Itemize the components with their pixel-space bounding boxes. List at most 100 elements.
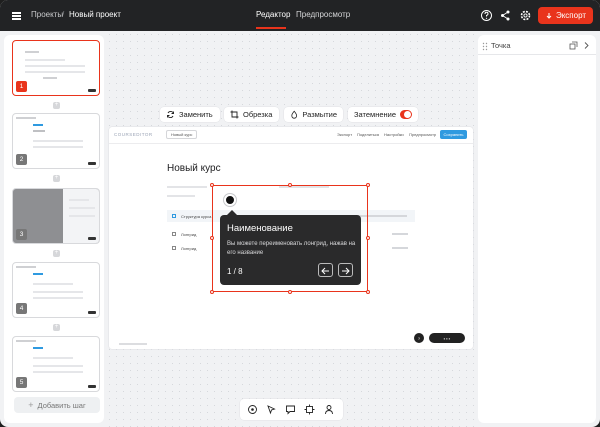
breadcrumb-separator: / bbox=[62, 10, 65, 19]
thumb-controls bbox=[88, 237, 96, 240]
slide-save-button: Сохранить bbox=[440, 130, 467, 139]
frame-tool-icon[interactable] bbox=[304, 404, 315, 415]
resize-handle[interactable] bbox=[210, 183, 214, 187]
hotspot-marker[interactable] bbox=[224, 194, 236, 206]
resize-handle[interactable] bbox=[366, 290, 370, 294]
thumb-content bbox=[25, 65, 85, 67]
copy-icon[interactable] bbox=[569, 41, 578, 50]
download-icon bbox=[546, 12, 552, 19]
cursor-tool-icon[interactable] bbox=[266, 404, 277, 415]
tab-editor[interactable]: Редактор bbox=[256, 10, 290, 19]
tooltip-prev-button[interactable] bbox=[318, 263, 333, 277]
slide-brand: COURSEDITOR bbox=[114, 132, 153, 137]
thumb-content bbox=[33, 371, 83, 373]
thumb-content bbox=[16, 266, 36, 268]
steps-panel: 1 + 2 + 3 + 4 + 5 + Добавить шаг bbox=[4, 35, 104, 423]
arrow-left-icon bbox=[321, 267, 329, 275]
slide-footer bbox=[119, 343, 147, 345]
step-number: 3 bbox=[16, 229, 27, 240]
crop-label: Обрезка bbox=[243, 110, 273, 119]
resize-handle[interactable] bbox=[366, 183, 370, 187]
crop-button[interactable]: Обрезка bbox=[224, 107, 279, 122]
user-tool-icon[interactable] bbox=[324, 404, 335, 415]
tooltip-body: Вы можете переименовать лонгрид, нажав н… bbox=[227, 241, 356, 256]
thumb-content bbox=[69, 215, 95, 217]
thumb-content bbox=[33, 273, 43, 275]
replace-button[interactable]: Заменить bbox=[160, 107, 220, 122]
thumb-controls bbox=[88, 162, 96, 165]
slide-nav-preview: Предпросмотр bbox=[409, 132, 437, 137]
step-thumbnail-3[interactable]: 3 bbox=[12, 188, 100, 244]
slide-course-title: Новый курс bbox=[167, 163, 221, 174]
step-thumbnail-1[interactable]: 1 bbox=[12, 40, 100, 96]
slide-list-item-label: Лонгрид bbox=[181, 246, 197, 251]
step-number: 5 bbox=[16, 377, 27, 388]
slide-controls: ▪ ▪ ▪ bbox=[429, 333, 465, 343]
resize-handle[interactable] bbox=[288, 183, 292, 187]
resize-handle[interactable] bbox=[366, 236, 370, 240]
slide-list-item-label: Лонгрид bbox=[181, 232, 197, 237]
slide-meta bbox=[392, 233, 408, 235]
add-between-button[interactable]: + bbox=[53, 324, 60, 331]
share-icon[interactable] bbox=[498, 8, 513, 23]
tab-preview[interactable]: Предпросмотр bbox=[296, 10, 350, 19]
tooltip-next-button[interactable] bbox=[338, 263, 353, 277]
dim-toggle[interactable] bbox=[400, 110, 412, 119]
plus-icon: + bbox=[28, 400, 34, 410]
panel-divider bbox=[478, 54, 596, 55]
blur-button[interactable]: Размытие bbox=[284, 107, 343, 122]
thumb-content bbox=[25, 71, 85, 73]
thumb-content bbox=[25, 59, 65, 61]
blur-label: Размытие bbox=[302, 110, 337, 119]
resize-handle[interactable] bbox=[210, 236, 214, 240]
thumb-content bbox=[43, 77, 57, 79]
thumb-controls bbox=[88, 89, 96, 92]
slide-divider bbox=[109, 143, 473, 144]
slide-meta bbox=[167, 195, 195, 197]
menu-icon[interactable] bbox=[9, 8, 24, 23]
add-between-button[interactable]: + bbox=[53, 175, 60, 182]
dim-label: Затемнение bbox=[354, 110, 397, 119]
hint-tooltip: Наименование Вы можете переименовать лон… bbox=[220, 210, 361, 285]
breadcrumb-projects[interactable]: Проекты bbox=[31, 10, 63, 19]
document-icon bbox=[172, 232, 176, 236]
hotspot-tool-icon[interactable] bbox=[247, 404, 258, 415]
thumb-content bbox=[33, 283, 73, 285]
thumb-controls bbox=[88, 311, 96, 314]
thumb-content bbox=[33, 357, 73, 359]
top-bar: Проекты / Новый проект Редактор Предпрос… bbox=[0, 0, 600, 31]
thumb-content bbox=[33, 291, 83, 293]
drag-handle-icon[interactable] bbox=[482, 42, 488, 51]
add-between-button[interactable]: + bbox=[53, 102, 60, 109]
export-label: Экспорт bbox=[555, 11, 587, 20]
slide-meta bbox=[392, 247, 408, 249]
slide-nav-share: Поделиться bbox=[357, 132, 380, 137]
help-icon[interactable] bbox=[479, 8, 494, 23]
replace-label: Заменить bbox=[179, 110, 213, 119]
chevron-right-icon[interactable] bbox=[583, 41, 590, 50]
step-thumbnail-4[interactable]: 4 bbox=[12, 262, 100, 318]
export-button[interactable]: Экспорт bbox=[538, 7, 593, 24]
settings-icon[interactable] bbox=[518, 8, 533, 23]
thumb-content bbox=[69, 207, 95, 209]
add-step-button[interactable]: + Добавить шаг bbox=[14, 397, 100, 413]
slide-structure-label: Структура курса bbox=[181, 214, 212, 219]
dim-control: Затемнение bbox=[348, 107, 418, 122]
structure-icon bbox=[172, 214, 176, 218]
thumb-controls bbox=[88, 385, 96, 388]
thumb-content bbox=[33, 124, 43, 126]
step-number: 1 bbox=[16, 81, 27, 92]
step-thumbnail-5[interactable]: 5 bbox=[12, 336, 100, 392]
step-thumbnail-2[interactable]: 2 bbox=[12, 113, 100, 169]
thumb-content bbox=[33, 130, 45, 132]
thumb-content bbox=[33, 365, 83, 367]
add-between-button[interactable]: + bbox=[53, 250, 60, 257]
thumb-content bbox=[33, 146, 83, 148]
resize-handle[interactable] bbox=[210, 290, 214, 294]
resize-handle[interactable] bbox=[288, 290, 292, 294]
comment-tool-icon[interactable] bbox=[285, 404, 296, 415]
slide-nav-settings: Настройки bbox=[384, 132, 404, 137]
step-number: 4 bbox=[16, 303, 27, 314]
properties-panel: Точка bbox=[478, 35, 596, 423]
replace-icon bbox=[167, 111, 174, 118]
